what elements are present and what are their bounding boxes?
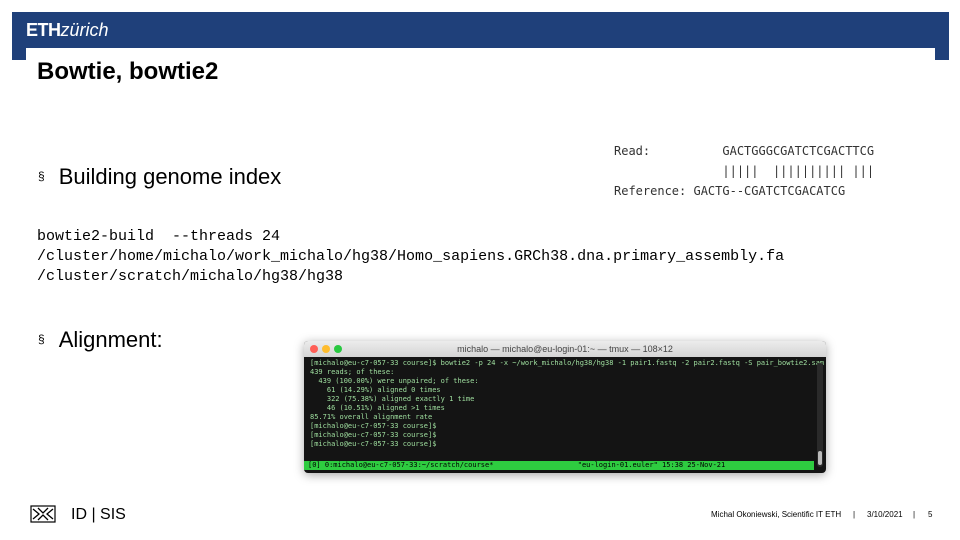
tmux-status-bar: [0] 0:michalo@eu-c7-057-33:~/scratch/cou… xyxy=(304,461,814,470)
terminal-screenshot: michalo — michalo@eu-login-01:~ — tmux —… xyxy=(304,341,826,473)
terminal-line: 439 (100.00%) were unpaired; of these: xyxy=(310,377,479,385)
eth-globe-icon xyxy=(30,505,56,523)
footer-separator: | xyxy=(913,510,916,519)
terminal-line: [michalo@eu-c7-057-33 course]$ bowtie2 -… xyxy=(310,359,825,367)
bullet-text: Building genome index xyxy=(58,164,282,189)
slide-title: Bowtie, bowtie2 xyxy=(37,58,219,85)
terminal-line: [michalo@eu-c7-057-33 course]$ xyxy=(310,431,437,439)
scroll-thumb xyxy=(818,451,822,465)
footer-date: 3/10/2021 xyxy=(867,510,903,519)
terminal-line: 46 (10.51%) aligned >1 times xyxy=(310,404,445,412)
eth-zurich-logo: ETHzürich xyxy=(26,20,109,40)
code-line: /cluster/home/michalo/work_michalo/hg38/… xyxy=(37,248,785,265)
bullet-building-index: § Building genome index xyxy=(38,163,281,190)
terminal-titlebar: michalo — michalo@eu-login-01:~ — tmux —… xyxy=(304,341,826,357)
header-bar: ETHzürich xyxy=(12,12,949,48)
terminal-line: 322 (75.38%) aligned exactly 1 time xyxy=(310,395,475,403)
terminal-line: 85.71% overall alignment rate xyxy=(310,413,433,421)
footer-author: Michal Okoniewski, Scientific IT ETH xyxy=(711,510,842,519)
terminal-scrollbar xyxy=(817,363,823,467)
bullet-alignment: § Alignment: xyxy=(38,326,163,353)
terminal-output: [michalo@eu-c7-057-33 course]$ bowtie2 -… xyxy=(304,357,826,451)
bullet-marker: § xyxy=(38,332,45,346)
footer-id: ID | SIS xyxy=(71,506,126,523)
alignment-example: Read: GACTGGGCGATCTCGACTTCG ||||| ||||||… xyxy=(614,144,875,198)
frame-corner-right xyxy=(935,48,949,60)
code-line: /cluster/scratch/michalo/hg38/hg38 xyxy=(37,268,344,285)
frame-corner-left xyxy=(12,48,26,60)
terminal-line: 61 (14.29%) aligned 0 times xyxy=(310,386,441,394)
bullet-marker: § xyxy=(38,169,45,183)
terminal-line: 439 reads; of these: xyxy=(310,368,395,376)
code-line: bowtie2-build --threads 24 xyxy=(37,228,281,245)
terminal-line: [michalo@eu-c7-057-33 course]$ xyxy=(310,440,437,448)
page-number: 5 xyxy=(928,510,933,519)
footer-separator: | xyxy=(853,510,856,519)
terminal-title: michalo — michalo@eu-login-01:~ — tmux —… xyxy=(457,344,673,354)
code-block: bowtie2-build --threads 24/cluster/home/… xyxy=(37,227,784,287)
terminal-line: [michalo@eu-c7-057-33 course]$ xyxy=(310,422,437,430)
bullet-text: Alignment: xyxy=(58,327,163,352)
